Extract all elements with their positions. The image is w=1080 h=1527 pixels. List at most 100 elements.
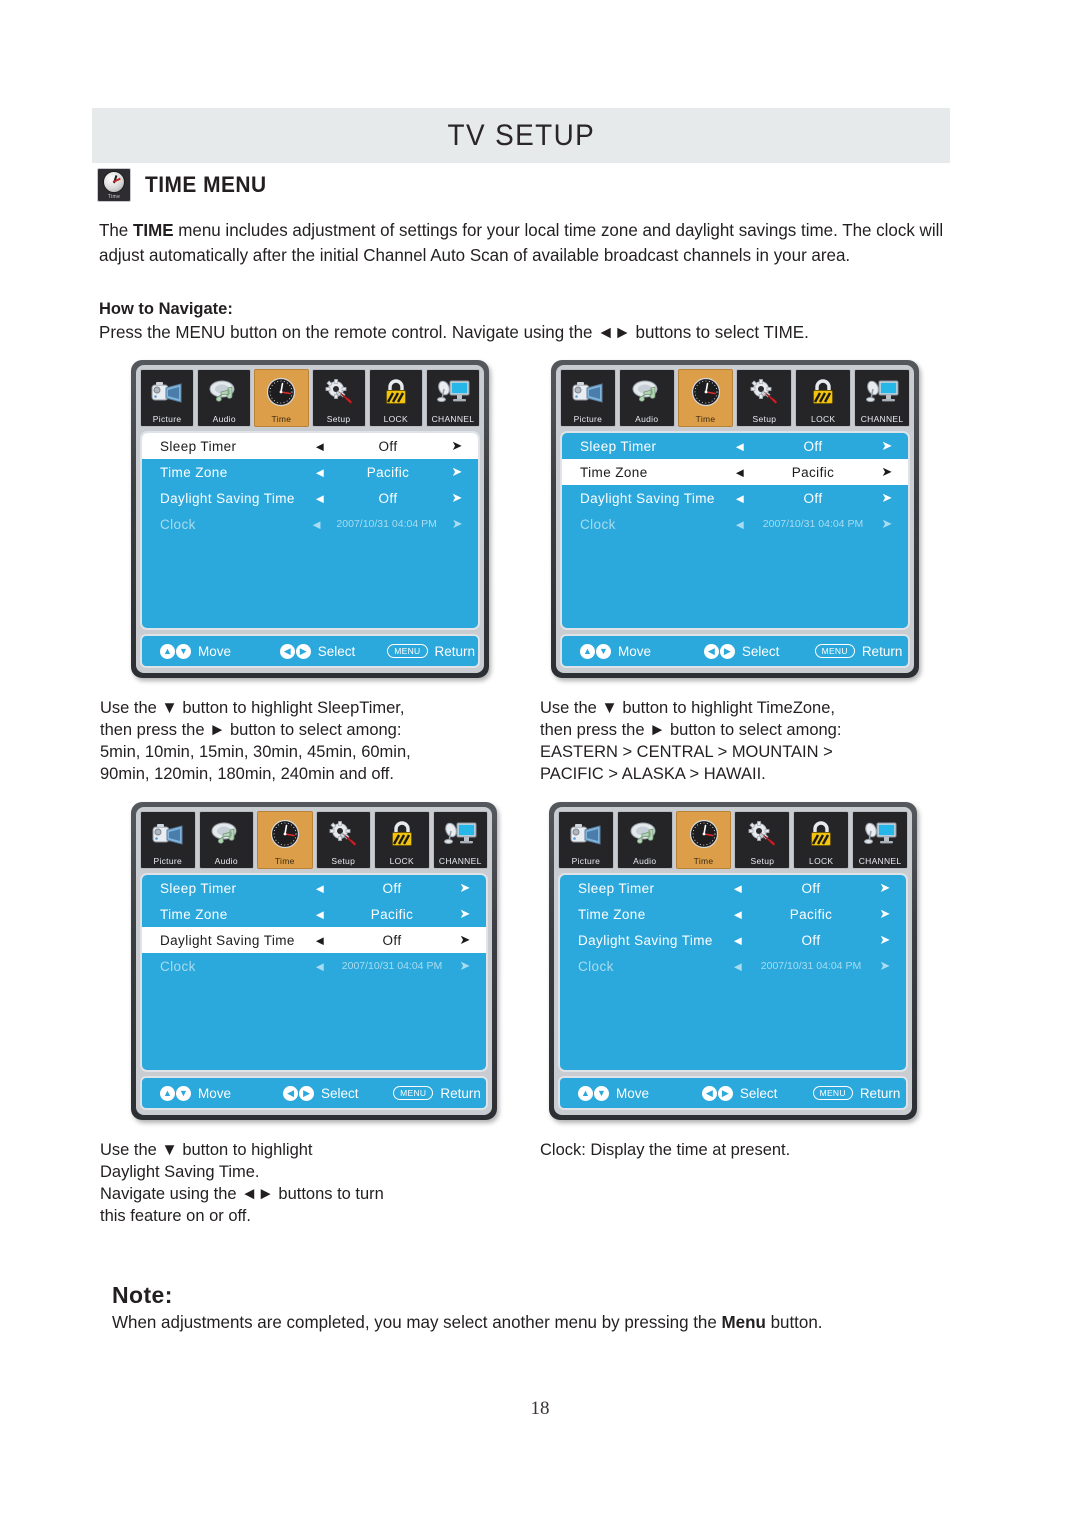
decrease-arrow-icon[interactable]: ◄	[718, 933, 758, 948]
manual-page: TV SETUP Time TIME MENU The TIME menu in…	[0, 0, 1080, 1527]
osd-row-time-zone[interactable]: Time Zone ◄ Pacific ➤	[562, 459, 908, 485]
increase-arrow-icon[interactable]: ➤	[866, 464, 908, 480]
tab-label: Audio	[635, 414, 659, 424]
updown-dpad-icon: ▲ ▼	[160, 1085, 191, 1101]
tab-lock[interactable]: LOCK	[368, 369, 423, 427]
increase-arrow-icon[interactable]: ➤	[444, 932, 486, 948]
increase-arrow-icon[interactable]: ➤	[437, 516, 478, 532]
tab-audio[interactable]: Audio	[198, 811, 254, 869]
tab-lock[interactable]: LOCK	[795, 369, 852, 427]
status-select-label: Select	[317, 643, 356, 659]
increase-arrow-icon[interactable]: ➤	[436, 490, 478, 506]
tab-setup[interactable]: Setup	[315, 811, 371, 869]
tab-time[interactable]: Time	[254, 369, 309, 427]
osd-row-daylight[interactable]: Daylight Saving Time ◄ Off ➤	[142, 485, 478, 511]
status-move: ▲ ▼ Move	[560, 1085, 702, 1101]
osd-row-daylight[interactable]: Daylight Saving Time ◄ Off ➤	[142, 927, 486, 953]
tab-time[interactable]: Time	[675, 811, 732, 869]
increase-arrow-icon[interactable]: ➤	[436, 464, 478, 480]
tab-label: CHANNEL	[858, 856, 902, 866]
tv-osd-panel: Picture Audio Time Setup LOCK CHANNEL Sl…	[136, 365, 484, 673]
tab-audio[interactable]: Audio	[616, 811, 673, 869]
osd-row-daylight[interactable]: Daylight Saving Time ◄ Off ➤	[562, 485, 908, 511]
decrease-arrow-icon[interactable]: ◄	[297, 517, 336, 532]
tab-time[interactable]: Time	[257, 811, 313, 869]
decrease-arrow-icon[interactable]: ◄	[720, 465, 760, 480]
menu-key-icon: MENU	[393, 1086, 434, 1100]
osd-row-clock[interactable]: Clock ◄ 2007/10/31 04:04 PM ➤	[142, 511, 478, 537]
gear-screwdriver-icon	[737, 370, 791, 414]
tab-label: Time	[271, 414, 292, 424]
increase-arrow-icon[interactable]: ➤	[864, 958, 906, 974]
tab-lock[interactable]: LOCK	[793, 811, 850, 869]
osd-row-value: Off	[803, 490, 823, 506]
osd-row-label: Daylight Saving Time	[160, 490, 295, 506]
osd-row-clock[interactable]: Clock ◄ 2007/10/31 04:04 PM ➤	[560, 953, 906, 979]
status-select: ◀ ▶ Select	[283, 1085, 393, 1101]
decrease-arrow-icon[interactable]: ◄	[300, 465, 340, 480]
osd-row-daylight[interactable]: Daylight Saving Time ◄ Off ➤	[560, 927, 906, 953]
decrease-arrow-icon[interactable]: ◄	[300, 959, 340, 974]
osd-row-sleep-timer[interactable]: Sleep Timer ◄ Off ➤	[142, 875, 486, 901]
osd-row-sleep-timer[interactable]: Sleep Timer ◄ Off ➤	[142, 433, 478, 459]
tab-setup[interactable]: Setup	[734, 811, 791, 869]
osd-row-label: Time Zone	[578, 906, 646, 922]
increase-arrow-icon[interactable]: ➤	[864, 932, 906, 948]
increase-arrow-icon[interactable]: ➤	[444, 906, 486, 922]
clock-icon	[679, 370, 733, 414]
tab-channel[interactable]: CHANNEL	[425, 369, 481, 427]
increase-arrow-icon[interactable]: ➤	[864, 880, 906, 896]
increase-arrow-icon[interactable]: ➤	[864, 906, 906, 922]
osd-row-clock[interactable]: Clock ◄ 2007/10/31 04:04 PM ➤	[142, 953, 486, 979]
tab-channel[interactable]: CHANNEL	[432, 811, 488, 869]
tab-picture[interactable]: Picture	[140, 369, 195, 427]
decrease-arrow-icon[interactable]: ◄	[300, 881, 340, 896]
intro-paragraph: The TIME menu includes adjustment of set…	[99, 218, 962, 268]
tab-audio[interactable]: Audio	[618, 369, 675, 427]
osd-row-sleep-timer[interactable]: Sleep Timer ◄ Off ➤	[560, 875, 906, 901]
increase-arrow-icon[interactable]: ➤	[866, 490, 908, 506]
tab-setup[interactable]: Setup	[311, 369, 366, 427]
caption-clock: Clock: Display the time at present.	[540, 1140, 791, 1159]
status-select: ◀ ▶ Select	[701, 1085, 813, 1101]
decrease-arrow-icon[interactable]: ◄	[300, 439, 340, 454]
tab-channel[interactable]: CHANNEL	[852, 811, 908, 869]
decrease-arrow-icon[interactable]: ◄	[720, 517, 760, 532]
osd-row-value: 2007/10/31 04:04 PM	[762, 518, 864, 530]
tab-label: Audio	[214, 856, 238, 866]
osd-row-time-zone[interactable]: Time Zone ◄ Pacific ➤	[560, 901, 906, 927]
tab-setup[interactable]: Setup	[736, 369, 793, 427]
decrease-arrow-icon[interactable]: ◄	[300, 933, 340, 948]
tab-picture[interactable]: Picture	[560, 369, 616, 427]
decrease-arrow-icon[interactable]: ◄	[718, 881, 758, 896]
decrease-arrow-icon[interactable]: ◄	[300, 491, 340, 506]
decrease-arrow-icon[interactable]: ◄	[718, 907, 758, 922]
status-move: ▲ ▼ Move	[142, 1085, 283, 1101]
decrease-arrow-icon[interactable]: ◄	[720, 491, 760, 506]
note-bold-menu: Menu	[721, 1312, 766, 1332]
decrease-arrow-icon[interactable]: ◄	[720, 439, 760, 454]
satellite-monitor-icon	[434, 812, 488, 856]
increase-arrow-icon[interactable]: ➤	[866, 438, 908, 454]
tab-picture[interactable]: Picture	[140, 811, 196, 869]
osd-row-time-zone[interactable]: Time Zone ◄ Pacific ➤	[142, 459, 478, 485]
increase-arrow-icon[interactable]: ➤	[444, 880, 486, 896]
osd-status-bar: ▲ ▼ Move ◀ ▶ Select MENU Return	[560, 634, 910, 668]
tab-time[interactable]: Time	[677, 369, 734, 427]
osd-row-time-zone[interactable]: Time Zone ◄ Pacific ➤	[142, 901, 486, 927]
osd-row-sleep-timer[interactable]: Sleep Timer ◄ Off ➤	[562, 433, 908, 459]
updown-dpad-icon: ▲ ▼	[580, 643, 611, 659]
tab-channel[interactable]: CHANNEL	[854, 369, 910, 427]
tab-audio[interactable]: Audio	[197, 369, 252, 427]
osd-row-clock[interactable]: Clock ◄ 2007/10/31 04:04 PM ➤	[562, 511, 908, 537]
decrease-arrow-icon[interactable]: ◄	[718, 959, 758, 974]
increase-arrow-icon[interactable]: ➤	[444, 958, 486, 974]
increase-arrow-icon[interactable]: ➤	[436, 438, 478, 454]
osd-status-bar: ▲ ▼ Move ◀ ▶ Select MENU Return	[140, 634, 480, 668]
decrease-arrow-icon[interactable]: ◄	[300, 907, 340, 922]
increase-arrow-icon[interactable]: ➤	[866, 516, 908, 532]
tab-lock[interactable]: LOCK	[374, 811, 430, 869]
leftright-dpad-icon: ◀ ▶	[279, 643, 311, 659]
osd-row-value: 2007/10/31 04:04 PM	[760, 960, 862, 972]
tab-picture[interactable]: Picture	[558, 811, 614, 869]
